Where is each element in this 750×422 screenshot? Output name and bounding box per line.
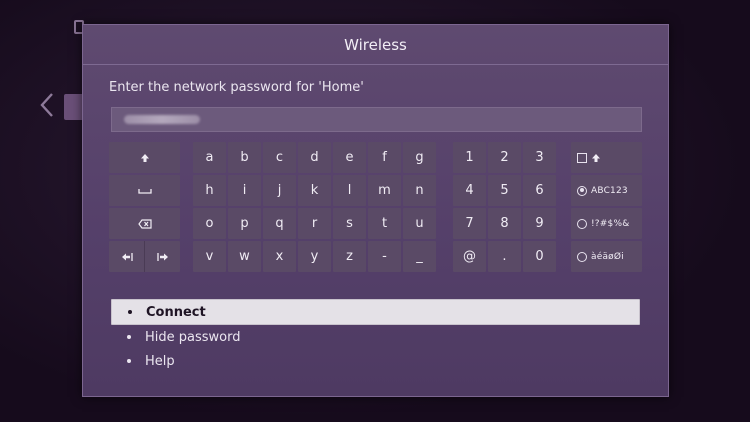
- alpha-keys: a b c d e f g h i j k l m n o p q r s t …: [193, 142, 436, 272]
- key-at[interactable]: @: [453, 241, 486, 272]
- bullet-icon: [127, 335, 131, 339]
- wireless-dialog: Wireless Enter the network password for …: [82, 24, 669, 397]
- key-z[interactable]: z: [333, 241, 366, 272]
- key-o[interactable]: o: [193, 208, 226, 239]
- menu-item-label: Connect: [146, 304, 206, 320]
- key-r[interactable]: r: [298, 208, 331, 239]
- key-v[interactable]: v: [193, 241, 226, 272]
- key-underscore[interactable]: _: [403, 241, 436, 272]
- key-u[interactable]: u: [403, 208, 436, 239]
- radio-unselected-icon: [577, 251, 587, 262]
- cursor-right-key[interactable]: [144, 241, 180, 272]
- shift-key[interactable]: [109, 142, 180, 173]
- shift-icon: [591, 153, 601, 163]
- password-input[interactable]: [111, 107, 642, 132]
- cursor-keys: [109, 241, 180, 272]
- backspace-key[interactable]: [109, 208, 180, 239]
- shift-icon: [140, 153, 150, 163]
- mode-accented[interactable]: àéäøØi: [571, 241, 642, 272]
- cursor-right-icon: [156, 252, 169, 262]
- mode-label: ABC123: [591, 185, 628, 196]
- key-w[interactable]: w: [228, 241, 261, 272]
- key-4[interactable]: 4: [453, 175, 486, 206]
- cursor-left-icon: [121, 252, 133, 262]
- key-q[interactable]: q: [263, 208, 296, 239]
- key-a[interactable]: a: [193, 142, 226, 173]
- back-chevron-icon[interactable]: [38, 92, 56, 118]
- key-i[interactable]: i: [228, 175, 261, 206]
- space-key[interactable]: [109, 175, 180, 206]
- menu-item-label: Hide password: [145, 329, 241, 345]
- key-l[interactable]: l: [333, 175, 366, 206]
- number-keys: 1 2 3 4 5 6 7 8 9 @ . 0: [453, 142, 556, 272]
- cursor-left-key[interactable]: [109, 241, 144, 272]
- key-y[interactable]: y: [298, 241, 331, 272]
- bullet-icon: [127, 359, 131, 363]
- bullet-icon: [128, 310, 132, 314]
- key-t[interactable]: t: [368, 208, 401, 239]
- key-h[interactable]: h: [193, 175, 226, 206]
- radio-unselected-icon: [577, 218, 587, 229]
- key-6[interactable]: 6: [523, 175, 556, 206]
- key-0[interactable]: 0: [523, 241, 556, 272]
- key-2[interactable]: 2: [488, 142, 521, 173]
- mode-abc123[interactable]: ABC123: [571, 175, 642, 206]
- key-g[interactable]: g: [403, 142, 436, 173]
- connect-button[interactable]: Connect: [111, 299, 640, 325]
- key-7[interactable]: 7: [453, 208, 486, 239]
- radio-selected-icon: [577, 185, 587, 196]
- key-m[interactable]: m: [368, 175, 401, 206]
- key-f[interactable]: f: [368, 142, 401, 173]
- caps-lock-checkbox: [577, 152, 587, 163]
- mode-label: àéäøØi: [591, 251, 624, 262]
- key-d[interactable]: d: [298, 142, 331, 173]
- caps-lock-toggle[interactable]: [571, 142, 642, 173]
- key-p[interactable]: p: [228, 208, 261, 239]
- help-button[interactable]: Help: [111, 349, 640, 373]
- space-icon: [137, 187, 152, 195]
- key-5[interactable]: 5: [488, 175, 521, 206]
- background-menu-fragments: [68, 128, 82, 344]
- key-j[interactable]: j: [263, 175, 296, 206]
- hide-password-button[interactable]: Hide password: [111, 325, 640, 349]
- key-s[interactable]: s: [333, 208, 366, 239]
- key-k[interactable]: k: [298, 175, 331, 206]
- mode-symbols[interactable]: !?#$%&: [571, 208, 642, 239]
- dialog-title: Wireless: [83, 25, 668, 65]
- key-8[interactable]: 8: [488, 208, 521, 239]
- key-x[interactable]: x: [263, 241, 296, 272]
- mode-label: !?#$%&: [591, 218, 630, 229]
- key-c[interactable]: c: [263, 142, 296, 173]
- background-tile: [64, 94, 84, 120]
- key-3[interactable]: 3: [523, 142, 556, 173]
- key-hyphen[interactable]: -: [368, 241, 401, 272]
- action-menu: Connect Hide password Help: [111, 299, 640, 373]
- key-n[interactable]: n: [403, 175, 436, 206]
- password-prompt: Enter the network password for 'Home': [109, 80, 364, 95]
- key-period[interactable]: .: [488, 241, 521, 272]
- keyboard-mode-options: ABC123 !?#$%& àéäøØi: [571, 142, 642, 272]
- key-9[interactable]: 9: [523, 208, 556, 239]
- menu-item-label: Help: [145, 353, 175, 369]
- key-b[interactable]: b: [228, 142, 261, 173]
- key-e[interactable]: e: [333, 142, 366, 173]
- key-1[interactable]: 1: [453, 142, 486, 173]
- obscured-password-text: [124, 115, 200, 124]
- function-keys: [109, 142, 180, 272]
- backspace-icon: [137, 218, 152, 229]
